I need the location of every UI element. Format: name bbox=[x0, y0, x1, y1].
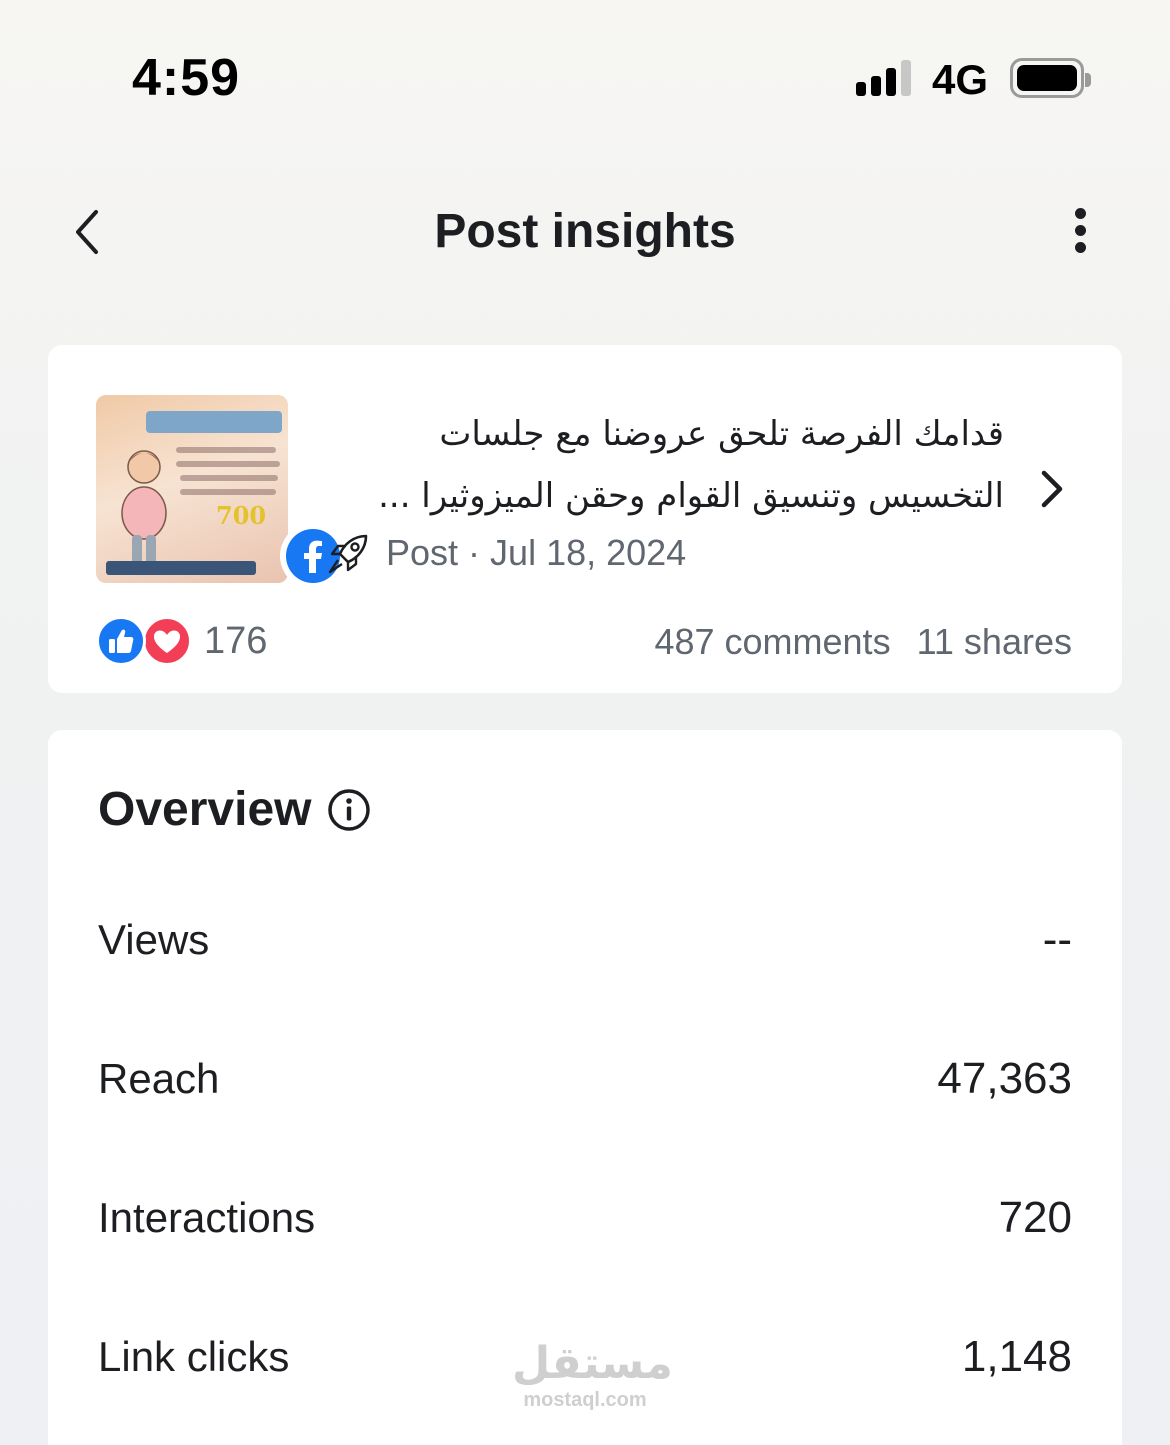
top-app-bar: Post insights bbox=[0, 190, 1170, 280]
metric-value: 47,363 bbox=[937, 1054, 1072, 1103]
more-options-button[interactable] bbox=[1068, 208, 1092, 256]
metric-label: Views bbox=[98, 916, 210, 963]
post-summary-card[interactable]: 700 قدامك الفرصة تلحق عروضنا مع جلسات ال… bbox=[48, 345, 1122, 693]
metric-label: Link clicks bbox=[98, 1333, 290, 1380]
love-reaction-icon bbox=[142, 616, 192, 666]
engagement-summary: 487 comments 11 shares bbox=[654, 621, 1072, 663]
battery-icon bbox=[1010, 58, 1091, 98]
network-type: 4G bbox=[932, 56, 989, 103]
post-caption: قدامك الفرصة تلحق عروضنا مع جلسات التخسي… bbox=[324, 403, 1004, 527]
status-time: 4:59 bbox=[132, 49, 241, 107]
rocket-icon bbox=[328, 534, 368, 574]
thumbnail-price: 700 bbox=[216, 501, 267, 530]
shares-count[interactable]: 11 shares bbox=[917, 621, 1072, 662]
status-bar: 4:59 4G bbox=[0, 0, 1170, 150]
overview-title: Overview bbox=[98, 783, 312, 836]
signal-icon bbox=[856, 60, 916, 96]
post-date: Jul 18, 2024 bbox=[490, 532, 687, 573]
post-meta: Post · Jul 18, 2024 bbox=[326, 529, 686, 577]
reactions-count: 176 bbox=[204, 619, 268, 662]
metric-value: 1,148 bbox=[961, 1332, 1072, 1381]
chevron-right-icon bbox=[1041, 470, 1063, 508]
post-type: Post bbox=[386, 532, 459, 573]
metric-row-reach[interactable]: Reach 47,363 bbox=[98, 1049, 1072, 1109]
illustration-figure bbox=[121, 450, 167, 571]
post-caption-line-1: قدامك الفرصة تلحق عروضنا مع جلسات bbox=[439, 414, 1004, 454]
overview-header: Overview bbox=[98, 782, 371, 837]
metric-row-interactions[interactable]: Interactions 720 bbox=[98, 1188, 1072, 1248]
watermark-latin: mostaql.com bbox=[523, 1389, 647, 1411]
like-reaction-icon bbox=[96, 616, 146, 666]
watermark-arabic: مستقل bbox=[512, 1338, 673, 1389]
watermark: مستقل mostaql.com bbox=[512, 1338, 673, 1420]
meta-separator: · bbox=[468, 532, 481, 573]
info-icon[interactable] bbox=[327, 788, 371, 832]
post-thumbnail: 700 bbox=[96, 395, 288, 583]
more-vertical-icon bbox=[1068, 208, 1092, 253]
metric-value: -- bbox=[1042, 915, 1072, 964]
post-caption-line-2: التخسيس وتنسيق القوام وحقن الميزوثيرا ..… bbox=[378, 476, 1004, 516]
comments-count[interactable]: 487 comments bbox=[654, 621, 890, 662]
metric-label: Interactions bbox=[98, 1194, 316, 1241]
metric-row-views[interactable]: Views -- bbox=[98, 910, 1072, 970]
reactions-summary[interactable]: 176 bbox=[96, 615, 267, 667]
page-title: Post insights bbox=[434, 205, 736, 258]
metric-label: Reach bbox=[98, 1055, 220, 1102]
metric-value: 720 bbox=[998, 1193, 1072, 1242]
open-post-button[interactable] bbox=[1036, 467, 1066, 511]
